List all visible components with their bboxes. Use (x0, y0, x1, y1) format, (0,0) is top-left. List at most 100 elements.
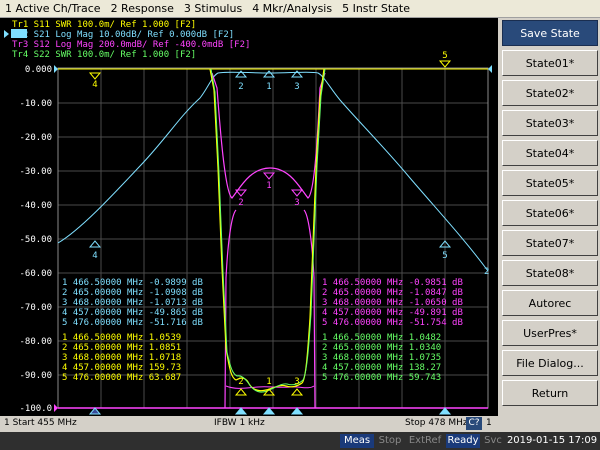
marker-4-label: 4 (92, 251, 97, 261)
y-tick-70: -70.00 (19, 303, 52, 313)
state06-button[interactable]: State06* (502, 200, 598, 226)
trace1-marker-4-icon[interactable] (88, 72, 102, 80)
stop-status: Stop (378, 435, 402, 446)
y-tick-100: -100.0 (19, 404, 52, 414)
trace1-marker-5-icon[interactable] (438, 60, 452, 68)
state04-button[interactable]: State04* (502, 140, 598, 166)
trace3-marker-3-icon[interactable] (290, 189, 304, 197)
trace1-marker-4-label: 4 (92, 80, 97, 90)
bottom-marker-2-icon[interactable] (234, 388, 248, 396)
marker-row-tr4-4: 4 457.00000 MHz 138.27 (322, 363, 441, 373)
marker-row-tr1-5: 5 476.00000 MHz 63.687 (62, 373, 181, 383)
state01-button[interactable]: State01* (502, 50, 598, 76)
marker-table-tr3: 1 466.50000 MHz -0.9851 dB 2 465.00000 M… (322, 278, 463, 328)
state02-button[interactable]: State02* (502, 80, 598, 106)
x-axis-markers (88, 407, 452, 415)
marker-row-tr2-2: 2 465.00000 MHz -1.0908 dB (62, 288, 203, 298)
y-tick-20: -20.00 (19, 133, 52, 143)
marker-2-label: 2 (238, 82, 243, 92)
menu-active-ch-trace[interactable]: 1 Active Ch/Trace (0, 2, 106, 15)
bottom-marker-2-label: 2 (238, 377, 243, 387)
ref-arrow-left-icon (54, 65, 58, 73)
softkey-panel: Save State State01* State02* State03* St… (500, 18, 600, 438)
marker-row-tr3-3: 3 468.00000 MHz -1.0650 dB (322, 298, 463, 308)
trace1-label[interactable]: Tr1 S11 SWR 100.0m/ Ref 1.000 [F2] (12, 20, 196, 30)
menu-stimulus[interactable]: 3 Stimulus (179, 2, 247, 15)
state03-button[interactable]: State03* (502, 110, 598, 136)
trace3-label[interactable]: Tr3 S12 Log Mag 200.0mdB/ Ref -400.0mdB … (12, 40, 250, 50)
ifbw[interactable]: IFBW 1 kHz (214, 418, 265, 428)
plot-svg: 0.000 -10.00 -20.00 -30.00 -40.00 -50.00… (4, 20, 492, 415)
marker-table-tr1: 1 466.50000 MHz 1.0539 2 465.00000 MHz 1… (62, 333, 181, 383)
date-time: 2019-01-15 17:09 (506, 435, 598, 446)
marker-row-tr3-4: 4 457.00000 MHz -49.891 dB (322, 308, 463, 318)
marker-indicator: 1 (486, 418, 492, 428)
return-button[interactable]: Return (502, 380, 598, 406)
marker-table-tr2: 1 466.50000 MHz -0.9899 dB 2 465.00000 M… (62, 278, 203, 328)
extref-status: ExtRef (408, 435, 442, 446)
trace2-label[interactable]: Tr2 S21 Log Mag 10.00dB/ Ref 0.000dB [F2… (12, 30, 234, 40)
y-tick-30: -30.00 (19, 167, 52, 177)
bottom-marker-1-label: 1 (266, 377, 271, 387)
bottom-marker-3-icon[interactable] (290, 388, 304, 396)
menu-mkr-analysis[interactable]: 4 Mkr/Analysis (247, 2, 337, 15)
trace3-marker-2-label: 2 (238, 198, 243, 208)
marker-5-label: 5 (442, 251, 447, 261)
save-state-button[interactable]: Save State (502, 20, 598, 46)
menu-response[interactable]: 2 Response (106, 2, 179, 15)
autorec-button[interactable]: Autorec (502, 290, 598, 316)
marker-row-tr3-5: 5 476.00000 MHz -51.754 dB (322, 318, 463, 328)
marker-1-label: 1 (266, 82, 271, 92)
trace3-marker-1-label: 1 (266, 181, 271, 191)
sweep-info-bar: 1 Start 455 MHz IFBW 1 kHz Stop 478 MHz … (0, 417, 498, 431)
marker-row-tr2-1: 1 466.50000 MHz -0.9899 dB (62, 278, 203, 288)
active-trace-arrow-icon (4, 30, 9, 38)
marker-table-tr4: 1 466.50000 MHz 1.0482 2 465.00000 MHz 1… (322, 333, 441, 383)
svc-status: Svc (484, 435, 502, 446)
state08-button[interactable]: State08* (502, 260, 598, 286)
marker-row-tr4-5: 5 476.00000 MHz 59.743 (322, 373, 441, 383)
state07-button[interactable]: State07* (502, 230, 598, 256)
marker-row-tr2-3: 3 468.00000 MHz -1.0713 dB (62, 298, 203, 308)
marker-row-tr3-1: 1 466.50000 MHz -0.9851 dB (322, 278, 463, 288)
start-frequency[interactable]: 1 Start 455 MHz (4, 418, 77, 428)
marker-row-tr4-3: 3 468.00000 MHz 1.0735 (322, 353, 441, 363)
marker-row-tr1-3: 3 468.00000 MHz 1.0718 (62, 353, 181, 363)
meas-status: Meas (340, 434, 374, 448)
marker-row-tr2-4: 4 457.00000 MHz -49.865 dB (62, 308, 203, 318)
marker-row-tr1-4: 4 457.00000 MHz 159.73 (62, 363, 181, 373)
file-dialog-button[interactable]: File Dialog... (502, 350, 598, 376)
menu-instr-state[interactable]: 5 Instr State (337, 2, 415, 15)
marker-4-icon[interactable] (88, 240, 102, 248)
ref-arrow-right-icon (488, 65, 492, 73)
measurement-display[interactable]: 0.000 -10.00 -20.00 -30.00 -40.00 -50.00… (0, 18, 498, 416)
y-tick-60: -60.00 (19, 269, 52, 279)
channel-indicator: C? (466, 417, 482, 430)
trace2-end-label: 2 (484, 267, 489, 277)
trace1-s11 (209, 68, 325, 392)
state05-button[interactable]: State05* (502, 170, 598, 196)
trace-header: Tr1 S11 SWR 100.0m/ Ref 1.000 [F2] Tr2 S… (4, 20, 250, 60)
marker-3-label: 3 (294, 82, 299, 92)
trace4-label[interactable]: Tr4 S22 SWR 100.0m/ Ref 1.000 [F2] (12, 50, 196, 60)
ready-status: Ready (446, 434, 480, 448)
y-tick-50: -50.00 (19, 235, 52, 245)
trace1-marker-5-label: 5 (442, 51, 447, 61)
userpres-button[interactable]: UserPres* (502, 320, 598, 346)
y-tick-10: -10.00 (19, 99, 52, 109)
bottom-marker-3-label: 3 (294, 377, 299, 387)
marker-row-tr4-2: 2 465.00000 MHz 1.0340 (322, 343, 441, 353)
stop-frequency[interactable]: Stop 478 MHz (405, 418, 468, 428)
y-tick-0: 0.000 (25, 65, 52, 75)
y-tick-90: -90.00 (19, 371, 52, 381)
marker-row-tr2-5: 5 476.00000 MHz -51.716 dB (62, 318, 203, 328)
marker-row-tr4-1: 1 466.50000 MHz 1.0482 (322, 333, 441, 343)
marker-row-tr1-2: 2 465.00000 MHz 1.0851 (62, 343, 181, 353)
y-tick-40: -40.00 (19, 201, 52, 211)
status-bar: Meas Stop ExtRef Ready Svc 2019-01-15 17… (0, 432, 600, 450)
y-tick-80: -80.00 (19, 337, 52, 347)
menu-bar: 1 Active Ch/Trace 2 Response 3 Stimulus … (0, 0, 600, 18)
trace3-marker-3-label: 3 (294, 198, 299, 208)
ref-arrow-bottom-left-icon (54, 404, 58, 412)
y-axis-labels: 0.000 -10.00 -20.00 -30.00 -40.00 -50.00… (19, 65, 52, 414)
